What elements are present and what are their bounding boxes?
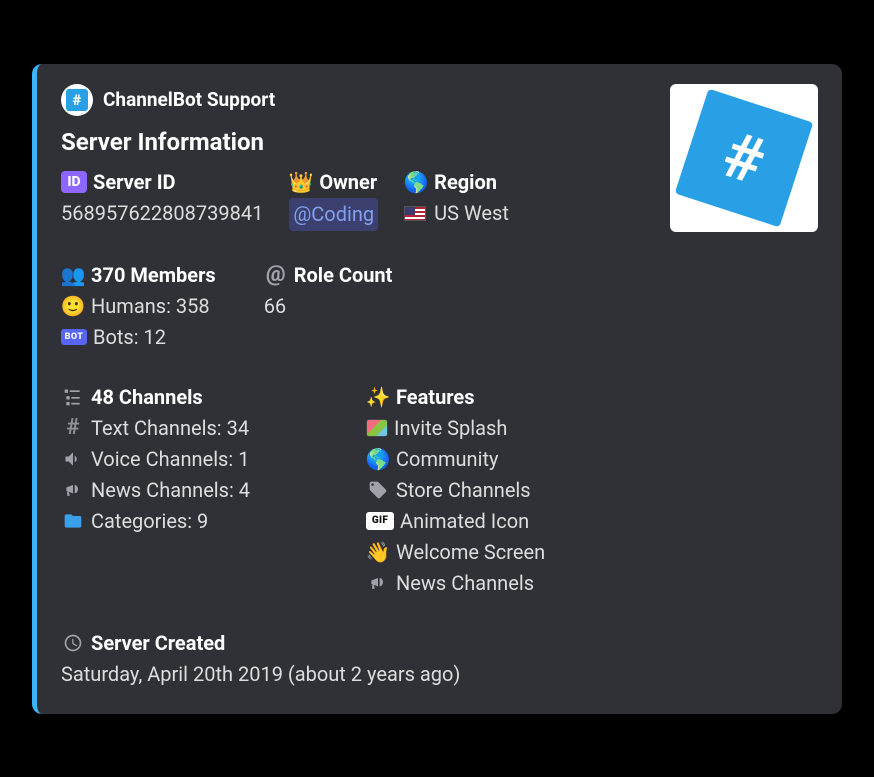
gif-icon: GIF <box>366 512 394 530</box>
feature-welcome-screen: Welcome Screen <box>396 537 545 568</box>
row-channels-features: 48 Channels # Text Channels: 34 Voice Ch… <box>61 385 818 615</box>
thumbnail: # <box>670 84 818 232</box>
owner-mention[interactable]: @Coding <box>289 198 378 231</box>
region-label: Region <box>434 170 497 194</box>
author-avatar: # <box>61 84 93 116</box>
megaphone-icon <box>61 478 85 502</box>
region-value: US West <box>434 198 509 229</box>
folder-icon <box>61 509 85 533</box>
field-members: 👥 370 Members 🙂 Humans: 358 BOT Bots: 12 <box>61 263 216 353</box>
bot-icon: BOT <box>61 329 87 345</box>
at-icon: @ <box>264 263 288 287</box>
owner-label: Owner <box>319 170 377 194</box>
feature-news-channels: News Channels <box>396 568 534 599</box>
features-label: Features <box>396 385 474 409</box>
news-channels-value: News Channels: 4 <box>91 475 250 506</box>
embed-card: # ChannelBot Support Server Information … <box>32 64 842 714</box>
tag-icon <box>366 478 390 502</box>
categories-value: Categories: 9 <box>91 506 208 537</box>
field-owner: 👑 Owner @Coding <box>289 170 378 231</box>
field-role-count: @ Role Count 66 <box>264 263 393 353</box>
author-name: ChannelBot Support <box>103 88 275 111</box>
sparkles-icon: ✨ <box>366 385 390 409</box>
channels-label: 48 Channels <box>91 385 203 409</box>
hash-icon: # <box>675 88 814 227</box>
server-id-value: 568957622808739841 <box>61 198 263 229</box>
us-flag-icon <box>404 206 426 221</box>
role-count-label: Role Count <box>294 263 393 287</box>
speaker-icon <box>61 447 85 471</box>
hash-icon: # <box>66 89 88 111</box>
feature-animated-icon: Animated Icon <box>400 506 529 537</box>
id-icon: ID <box>61 171 87 193</box>
server-id-label: Server ID <box>93 170 176 194</box>
text-channels-value: Text Channels: 34 <box>91 413 249 444</box>
field-features: ✨ Features Invite Splash 🌎 Community Sto… <box>366 385 545 599</box>
bots-value: Bots: 12 <box>93 322 166 353</box>
field-region: 🌎 Region US West <box>404 170 509 231</box>
field-created: Server Created Saturday, April 20th 2019… <box>61 631 818 690</box>
hash-icon: # <box>61 416 85 440</box>
feature-invite-splash: Invite Splash <box>394 413 507 444</box>
megaphone-icon <box>366 571 390 595</box>
created-value: Saturday, April 20th 2019 (about 2 years… <box>61 659 460 690</box>
globe-icon: 🌎 <box>404 170 428 194</box>
splash-image-icon <box>366 419 388 437</box>
row-members: 👥 370 Members 🙂 Humans: 358 BOT Bots: 12… <box>61 263 818 369</box>
feature-store-channels: Store Channels <box>396 475 531 506</box>
channels-icon <box>61 385 85 409</box>
members-label: 370 Members <box>91 263 216 287</box>
role-count-value: 66 <box>264 291 286 322</box>
members-icon: 👥 <box>61 263 85 287</box>
clock-icon <box>61 631 85 655</box>
field-server-id: ID Server ID 568957622808739841 <box>61 170 263 231</box>
voice-channels-value: Voice Channels: 1 <box>91 444 249 475</box>
crown-icon: 👑 <box>289 170 313 194</box>
feature-community: Community <box>396 444 498 475</box>
wave-icon: 👋 <box>366 540 390 564</box>
field-channels: 48 Channels # Text Channels: 34 Voice Ch… <box>61 385 250 599</box>
smile-icon: 🙂 <box>61 294 85 318</box>
humans-value: Humans: 358 <box>91 291 210 322</box>
globe-icon: 🌎 <box>366 447 390 471</box>
created-label: Server Created <box>91 631 225 655</box>
